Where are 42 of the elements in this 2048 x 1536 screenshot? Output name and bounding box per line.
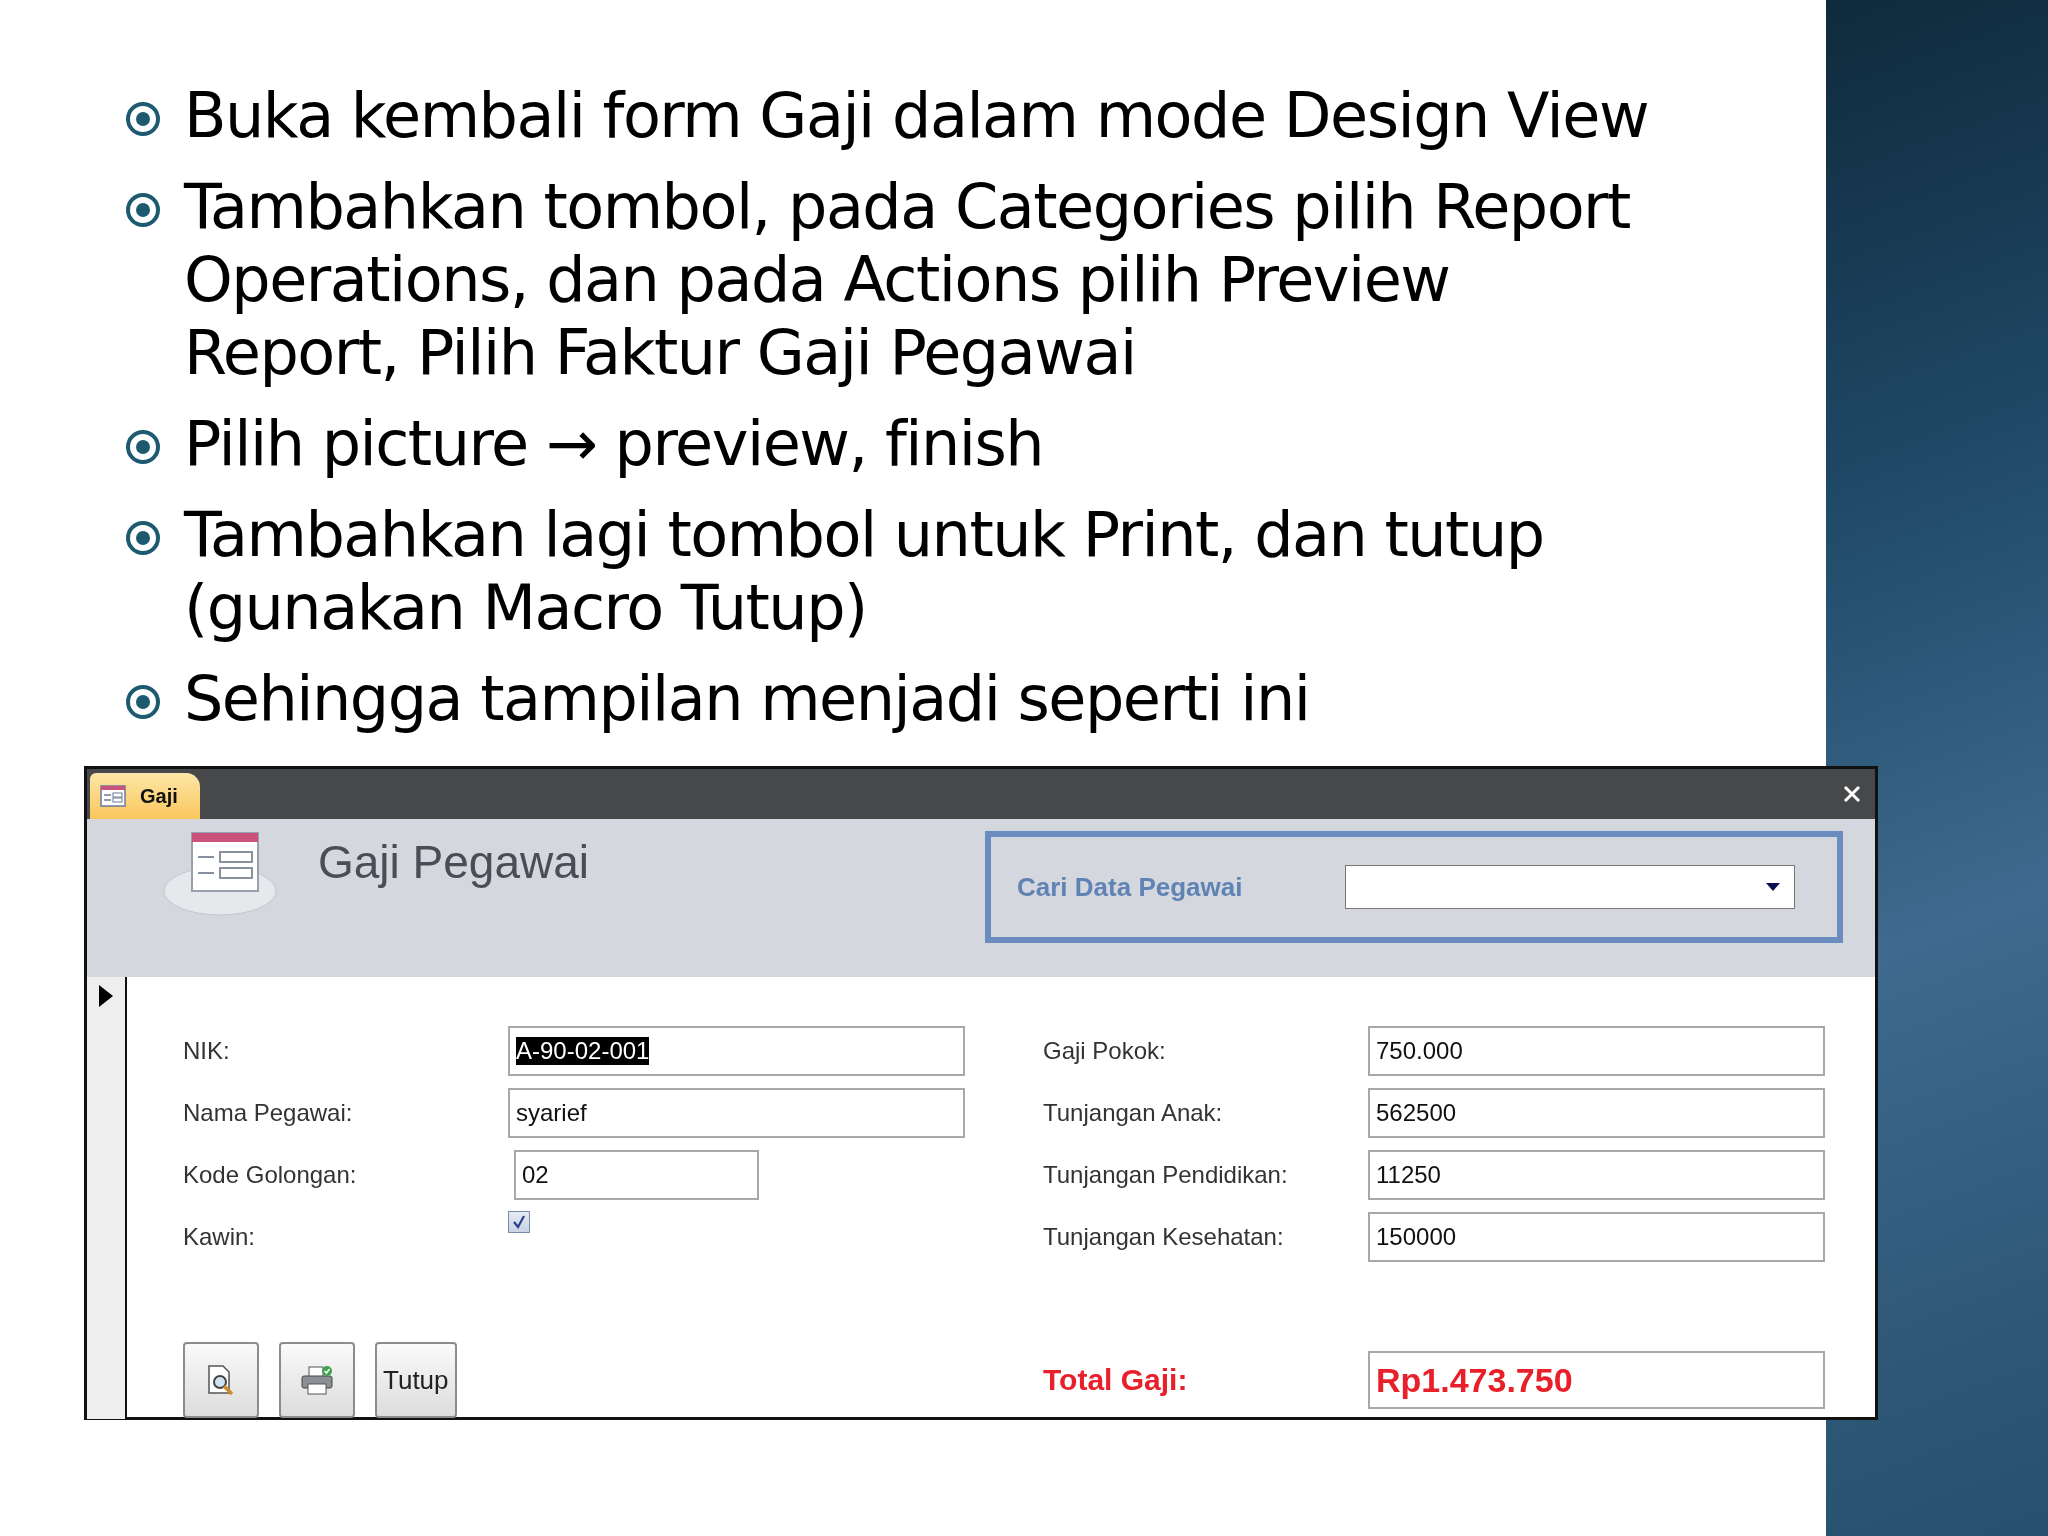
input-field[interactable]: 562500 <box>1368 1088 1825 1138</box>
document-tab[interactable]: Gaji <box>90 773 200 819</box>
input-field[interactable]: syarief <box>508 1088 965 1138</box>
magnifier-page-icon <box>206 1364 236 1396</box>
field-label: Nama Pegawai: <box>183 1099 354 1127</box>
bullet-text: Sehingga tampilan menjadi seperti ini <box>184 662 1310 735</box>
bullet-icon <box>124 428 162 466</box>
printer-icon <box>300 1364 334 1396</box>
print-button[interactable] <box>279 1342 355 1418</box>
close-button[interactable]: Tutup <box>375 1342 457 1418</box>
input-field[interactable]: 02 <box>514 1150 759 1200</box>
total-field[interactable]: Rp1.473.750 <box>1368 1351 1825 1409</box>
bullet-icon <box>124 100 162 138</box>
input-field[interactable]: 11250 <box>1368 1150 1825 1200</box>
field-label: Tunjangan Kesehatan: <box>1043 1223 1285 1251</box>
bullet-icon <box>124 519 162 557</box>
field-label: Tunjangan Pendidikan: <box>1043 1161 1289 1189</box>
caret-icon <box>1766 883 1780 891</box>
close-icon[interactable] <box>1841 783 1863 805</box>
bullet-icon <box>124 191 162 229</box>
field-label: Gaji Pokok: <box>1043 1037 1167 1065</box>
field-label: NIK: <box>183 1037 231 1065</box>
preview-button[interactable] <box>183 1342 259 1418</box>
checkbox[interactable] <box>508 1211 530 1233</box>
bullet-text: Tambahkan lagi tombol untuk Print, dan tutup (gunakan Macro Tutup) <box>184 498 1545 644</box>
bullet-text: Tambahkan tombol, pada Categories pilih Report Operations, dan pada Actions pilih Preview Report, Pilih Faktur Gaji Pegawai <box>184 170 1631 389</box>
bullet-icon <box>124 683 162 721</box>
input-field[interactable]: A-90-02-001 <box>508 1026 965 1076</box>
form-icon <box>100 785 126 807</box>
input-field[interactable]: 750.000 <box>1368 1026 1825 1076</box>
search-label: Cari Data Pegawai <box>1017 871 1244 903</box>
bullet-text: Pilih picture → preview, finish <box>184 407 1044 480</box>
record-selector-icon[interactable] <box>99 985 113 1007</box>
search-dropdown[interactable] <box>1345 865 1795 909</box>
bullet-text: Buka kembali form Gaji dalam mode Design View <box>184 79 1649 152</box>
field-label: Tunjangan Anak: <box>1043 1099 1224 1127</box>
form-title: Gaji Pegawai <box>318 835 591 889</box>
field-label: Kawin: <box>183 1223 257 1251</box>
total-label: Total Gaji: <box>1043 1363 1189 1397</box>
field-label: Kode Golongan: <box>183 1161 358 1189</box>
input-field[interactable]: 150000 <box>1368 1212 1825 1262</box>
checkmark-icon <box>512 1215 526 1229</box>
